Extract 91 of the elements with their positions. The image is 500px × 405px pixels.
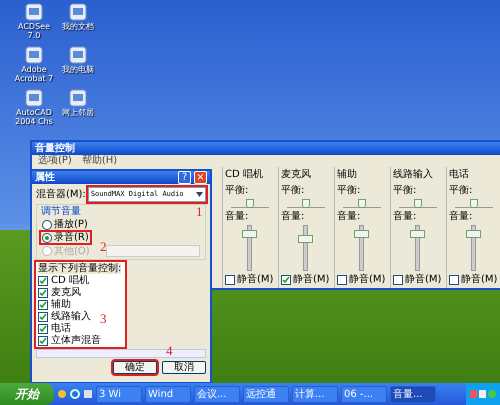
control-checkbox[interactable] — [38, 312, 48, 322]
radio-label[interactable]: 播放(P) — [54, 219, 88, 230]
mute-label: 静音(M) — [293, 274, 330, 285]
control-label[interactable]: 立体声混音 — [51, 335, 101, 346]
mute-checkbox[interactable] — [281, 274, 291, 284]
program-icon[interactable] — [25, 89, 43, 107]
icon-label[interactable]: 网上邻居 — [62, 108, 94, 117]
radio-button[interactable] — [42, 220, 52, 230]
balance-slider-thumb[interactable] — [246, 199, 254, 208]
taskbar-button[interactable]: 音量... — [390, 386, 436, 402]
browser-icon[interactable] — [70, 389, 80, 399]
annotation-number: 4 — [166, 344, 172, 357]
help-button[interactable]: ? — [178, 171, 191, 184]
menu-item[interactable]: 选项(P) — [38, 155, 72, 167]
annotation-number: 2 — [100, 240, 106, 253]
program-icon[interactable] — [69, 46, 87, 64]
channel-name: 电话 — [449, 169, 470, 182]
balance-label: 平衡: — [393, 185, 418, 196]
balance-slider-thumb[interactable] — [470, 199, 478, 208]
icon-label[interactable]: ACDSee 7.0 — [12, 22, 56, 40]
balance-slider-thumb[interactable] — [414, 199, 422, 208]
annotation-number: 1 — [196, 205, 202, 218]
mute-label: 静音(M) — [237, 274, 274, 285]
mute-checkbox[interactable] — [393, 274, 403, 284]
media-player-icon[interactable] — [57, 389, 67, 399]
control-checkbox[interactable] — [38, 288, 48, 298]
mute-checkbox[interactable] — [449, 274, 459, 284]
mute-label: 静音(M) — [349, 274, 386, 285]
mute-checkbox[interactable] — [337, 274, 347, 284]
control-label[interactable]: 线路输入 — [51, 311, 91, 322]
start-button[interactable]: 开始 — [0, 383, 54, 405]
volume-label: 音量: — [393, 211, 418, 222]
close-button[interactable]: × — [194, 171, 207, 184]
tray-icons[interactable] — [470, 389, 496, 399]
icon-label[interactable]: 我的电脑 — [62, 65, 94, 74]
mute-checkbox[interactable] — [225, 274, 235, 284]
control-label[interactable]: 辅助 — [51, 299, 71, 310]
balance-label: 平衡: — [281, 185, 306, 196]
taskbar-button[interactable]: 会议... — [194, 386, 240, 402]
volume-label: 音量: — [449, 211, 474, 222]
radio-button[interactable] — [42, 232, 52, 242]
volume-slider-thumb[interactable] — [242, 230, 257, 238]
balance-slider-thumb[interactable] — [302, 199, 310, 208]
control-checkbox[interactable] — [38, 300, 48, 310]
mixer-label: 混音器(M): — [36, 189, 86, 200]
control-checkbox[interactable] — [38, 336, 48, 346]
taskbar-button[interactable]: Wind — [145, 386, 191, 402]
control-checkbox[interactable] — [38, 324, 48, 334]
dialog-button[interactable]: 确定 — [113, 361, 157, 374]
balance-label: 平衡: — [337, 185, 362, 196]
balance-label: 平衡: — [449, 185, 474, 196]
dialog-button[interactable]: 取消 — [162, 361, 206, 374]
icon-label[interactable]: 我的文档 — [62, 22, 94, 31]
control-label[interactable]: CD 唱机 — [51, 275, 89, 286]
program-icon[interactable] — [25, 46, 43, 64]
balance-label: 平衡: — [225, 185, 250, 196]
icon-label[interactable]: AutoCAD 2004 Chs — [12, 108, 56, 126]
volume-label: 音量: — [337, 211, 362, 222]
channel-name: 辅助 — [337, 169, 358, 182]
taskbar-button[interactable]: 计算... — [292, 386, 338, 402]
channel-name: 麦克风 — [281, 169, 312, 182]
program-icon[interactable] — [69, 89, 87, 107]
icon-label[interactable]: Adobe Acrobat 7 — [12, 65, 56, 83]
list-title: 显示下列音量控制: — [38, 263, 122, 274]
program-icon[interactable] — [25, 3, 43, 21]
taskbar-button[interactable]: 3 Wi — [96, 386, 142, 402]
mute-label: 静音(M) — [461, 274, 498, 285]
group-title: 调节音量 — [41, 206, 81, 217]
window-title: 音量控制 — [35, 143, 76, 154]
volume-label: 音量: — [281, 211, 306, 222]
volume-slider-thumb[interactable] — [466, 230, 481, 238]
control-checkbox[interactable] — [38, 276, 48, 286]
channel-name: 线路输入 — [393, 169, 434, 182]
caret-icon — [196, 192, 203, 197]
volume-slider-thumb[interactable] — [354, 230, 369, 238]
channel-name: CD 唱机 — [225, 169, 264, 182]
volume-slider-thumb[interactable] — [410, 230, 425, 238]
volume-label: 音量: — [225, 211, 250, 222]
annotation-number: 3 — [100, 312, 106, 325]
taskbar-button[interactable]: 06 -... — [341, 386, 387, 402]
volume-slider-thumb[interactable] — [298, 235, 313, 243]
menu-item[interactable]: 帮助(H) — [82, 155, 118, 167]
control-label[interactable]: 麦克风 — [51, 287, 81, 298]
desktop-icon[interactable] — [83, 389, 93, 399]
control-label[interactable]: 电话 — [51, 323, 71, 334]
mute-label: 静音(M) — [405, 274, 442, 285]
taskbar-button[interactable]: 远控通 — [243, 386, 289, 402]
radio-label[interactable]: 录音(R) — [54, 232, 89, 243]
balance-slider-thumb[interactable] — [358, 199, 366, 208]
program-icon[interactable] — [69, 3, 87, 21]
dialog-title: 属性 — [35, 172, 56, 183]
